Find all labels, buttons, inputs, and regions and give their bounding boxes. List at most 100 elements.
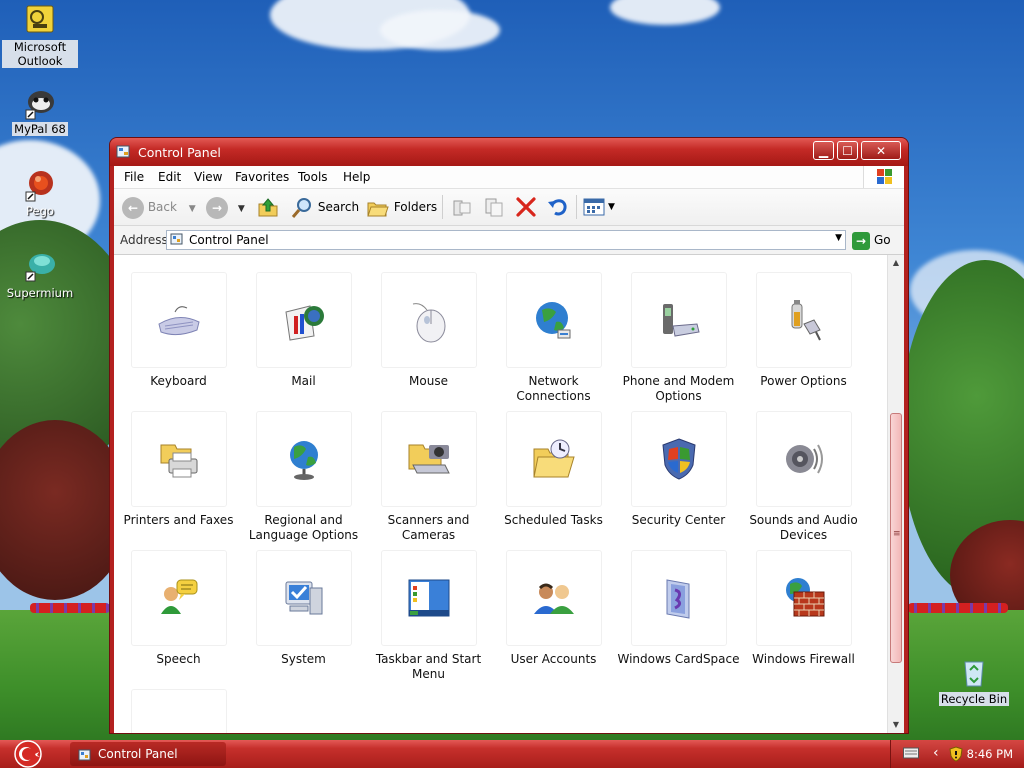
security-shield-tray-icon[interactable] bbox=[949, 746, 963, 765]
forward-arrow-icon: → bbox=[206, 196, 228, 219]
control-panel-window: Control Panel ▁ ☐ ✕ File Edit View Favor… bbox=[110, 138, 908, 733]
cp-item-label: Phone and Modem Options bbox=[622, 374, 735, 403]
maximize-icon: ☐ bbox=[842, 144, 853, 158]
taskbar-icon bbox=[408, 579, 449, 617]
control-panel-icon bbox=[116, 145, 132, 159]
folders-label: Folders bbox=[393, 200, 438, 214]
window-title: Control Panel bbox=[138, 145, 221, 160]
address-label: Address bbox=[120, 233, 168, 247]
phone-modem-icon bbox=[662, 304, 700, 337]
cp-item-label: Regional and Language Options bbox=[248, 513, 359, 542]
control-panel-icon bbox=[170, 233, 184, 247]
scroll-down-arrow-icon[interactable]: ▼ bbox=[888, 717, 904, 733]
address-input[interactable]: Control Panel ▼ bbox=[166, 230, 846, 250]
keyboard-tray-icon[interactable] bbox=[903, 747, 919, 762]
cp-item-keyboard[interactable]: Keyboard bbox=[116, 272, 241, 389]
cp-item-wireless[interactable] bbox=[116, 689, 241, 733]
desktop-icon-mypal[interactable]: MyPal 68 bbox=[2, 86, 78, 136]
desktop-icon-supermium[interactable]: Supermium bbox=[2, 250, 78, 300]
folders-button[interactable]: Folders bbox=[366, 195, 437, 219]
mouse-icon bbox=[412, 303, 445, 343]
outlook-icon bbox=[23, 4, 57, 38]
cp-item-cardspace[interactable]: Windows CardSpace bbox=[616, 550, 741, 667]
shield-icon bbox=[661, 438, 696, 480]
vertical-scrollbar[interactable]: ▲ ≡ ▼ bbox=[887, 255, 904, 733]
menu-view[interactable]: View bbox=[194, 170, 222, 184]
cp-item-scanners[interactable]: Scanners and Cameras bbox=[366, 411, 491, 543]
search-button[interactable]: Search bbox=[290, 195, 359, 219]
copy-to-icon bbox=[485, 198, 503, 217]
desktop-icon-pego[interactable]: Pego bbox=[2, 168, 78, 218]
control-panel-icon bbox=[78, 747, 92, 761]
maximize-button[interactable]: ☐ bbox=[837, 141, 858, 160]
cp-item-mail[interactable]: Mail bbox=[241, 272, 366, 389]
chevron-down-icon: ▼ bbox=[188, 204, 196, 214]
menu-edit[interactable]: Edit bbox=[158, 170, 181, 184]
cp-item-security[interactable]: Security Center bbox=[616, 411, 741, 528]
start-button[interactable] bbox=[8, 740, 48, 768]
cp-item-label: Scheduled Tasks bbox=[504, 513, 603, 527]
copy-to-button[interactable] bbox=[482, 195, 506, 219]
cp-item-printers[interactable]: Printers and Faxes bbox=[116, 411, 241, 528]
cp-item-mouse[interactable]: Mouse bbox=[366, 272, 491, 389]
cp-item-sounds[interactable]: Sounds and Audio Devices bbox=[741, 411, 866, 543]
menu-help[interactable]: Help bbox=[343, 170, 370, 184]
delete-button[interactable] bbox=[514, 195, 538, 219]
cp-item-label: Sounds and Audio Devices bbox=[749, 513, 858, 542]
globe-icon bbox=[289, 441, 318, 480]
scanner-icon bbox=[408, 444, 450, 474]
cp-item-label: System bbox=[281, 652, 326, 666]
forward-button[interactable]: → ▼ bbox=[206, 195, 245, 219]
cp-item-system[interactable]: System bbox=[241, 550, 366, 667]
cp-item-regional[interactable]: Regional and Language Options bbox=[241, 411, 366, 543]
desktop-icon-label: MyPal 68 bbox=[12, 122, 68, 136]
cp-item-speech[interactable]: Speech bbox=[116, 550, 241, 667]
grip-icon: ≡ bbox=[893, 529, 901, 539]
chevron-down-icon: ▼ bbox=[237, 204, 245, 214]
minimize-button[interactable]: ▁ bbox=[813, 141, 834, 160]
go-label: Go bbox=[874, 233, 891, 247]
close-button[interactable]: ✕ bbox=[861, 141, 901, 160]
cp-item-label: Printers and Faxes bbox=[123, 513, 234, 527]
cardspace-icon bbox=[666, 579, 689, 619]
address-dropdown-icon[interactable]: ▼ bbox=[835, 233, 842, 243]
raccoon-icon bbox=[23, 86, 57, 120]
show-hidden-icons-icon[interactable]: ‹ bbox=[933, 745, 939, 761]
menu-favorites[interactable]: Favorites bbox=[235, 170, 289, 184]
address-value: Control Panel bbox=[189, 233, 269, 247]
cp-item-label: Scanners and Cameras bbox=[387, 513, 470, 542]
go-button[interactable]: → Go bbox=[852, 230, 891, 250]
scroll-thumb[interactable]: ≡ bbox=[890, 413, 902, 663]
desktop-icon-outlook[interactable]: Microsoft Outlook bbox=[2, 4, 78, 68]
back-button[interactable]: ← Back ▼ bbox=[122, 195, 196, 219]
move-to-button[interactable] bbox=[450, 195, 474, 219]
go-arrow-icon: → bbox=[852, 231, 870, 250]
desktop-icon-label: Pego bbox=[26, 204, 54, 218]
desktop-icon-recycle-bin[interactable]: Recycle Bin bbox=[936, 656, 1012, 706]
cp-item-power[interactable]: Power Options bbox=[741, 272, 866, 389]
menu-file[interactable]: File bbox=[124, 170, 144, 184]
cp-item-phone-modem[interactable]: Phone and Modem Options bbox=[616, 272, 741, 404]
cp-item-network[interactable]: Network Connections bbox=[491, 272, 616, 404]
views-button[interactable]: ▼ bbox=[582, 195, 615, 219]
cp-item-scheduled[interactable]: Scheduled Tasks bbox=[491, 411, 616, 528]
up-folder-button[interactable] bbox=[256, 195, 280, 219]
printer-icon bbox=[160, 444, 197, 478]
cp-item-users[interactable]: User Accounts bbox=[491, 550, 616, 667]
speaker-icon bbox=[785, 444, 823, 474]
title-bar[interactable]: Control Panel ▁ ☐ ✕ bbox=[110, 138, 908, 166]
scheduled-tasks-icon bbox=[532, 439, 575, 478]
cp-item-firewall[interactable]: Windows Firewall bbox=[741, 550, 866, 667]
window-body: File Edit View Favorites Tools Help ← Ba… bbox=[114, 166, 904, 733]
undo-button[interactable] bbox=[546, 195, 570, 219]
control-panel-items: Keyboard Mail Mouse Network Connections … bbox=[114, 255, 887, 733]
cp-item-taskbar[interactable]: Taskbar and Start Menu bbox=[366, 550, 491, 682]
windows-logo-icon bbox=[863, 166, 904, 188]
menu-tools[interactable]: Tools bbox=[298, 170, 328, 184]
scroll-up-arrow-icon[interactable]: ▲ bbox=[888, 255, 904, 271]
system-tray: ‹ 8:46 PM bbox=[890, 740, 1024, 768]
taskbar-button-control-panel[interactable]: Control Panel bbox=[70, 742, 226, 766]
desktop-icon-label: Supermium bbox=[6, 286, 74, 300]
network-icon bbox=[535, 302, 570, 339]
clock[interactable]: 8:46 PM bbox=[967, 747, 1013, 761]
